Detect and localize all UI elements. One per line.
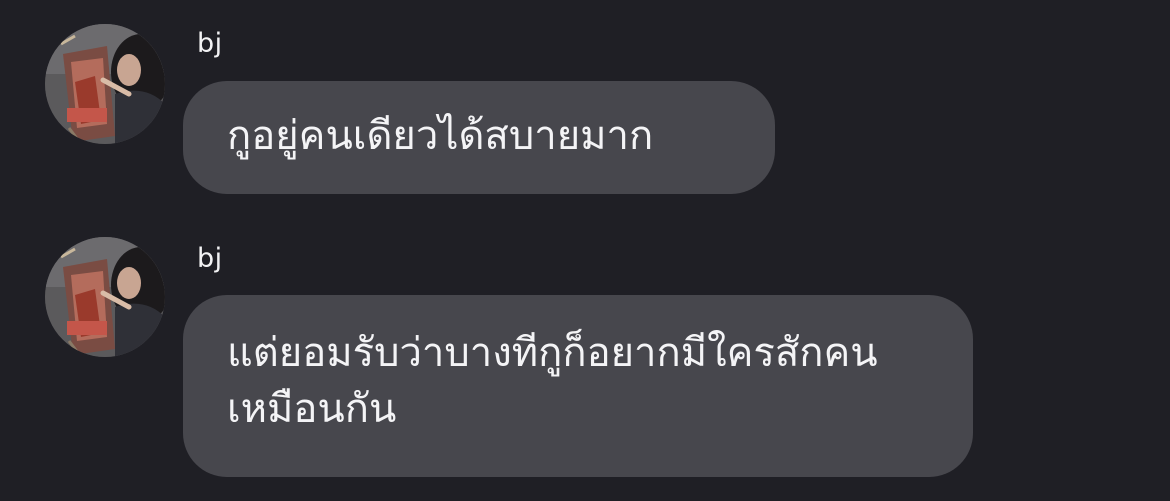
message-text: แต่ยอมรับว่าบางทีกูก็อยากมีใครสักคนเหมือ…	[227, 330, 878, 432]
message-text: กูอยู่คนเดียวได้สบายมาก	[227, 113, 654, 159]
chat-thread: bj กูอยู่คนเดียวได้สบายมาก bj แต่ยอมรับว…	[0, 0, 1170, 501]
sender-avatar[interactable]	[45, 24, 165, 144]
sender-name: bj	[197, 28, 223, 59]
user-avatar-painting-icon	[45, 24, 165, 144]
user-avatar-painting-icon	[45, 237, 165, 357]
sender-avatar[interactable]	[45, 237, 165, 357]
message-bubble[interactable]: แต่ยอมรับว่าบางทีกูก็อยากมีใครสักคนเหมือ…	[183, 295, 973, 477]
sender-name: bj	[197, 243, 223, 274]
message-bubble[interactable]: กูอยู่คนเดียวได้สบายมาก	[183, 81, 775, 194]
